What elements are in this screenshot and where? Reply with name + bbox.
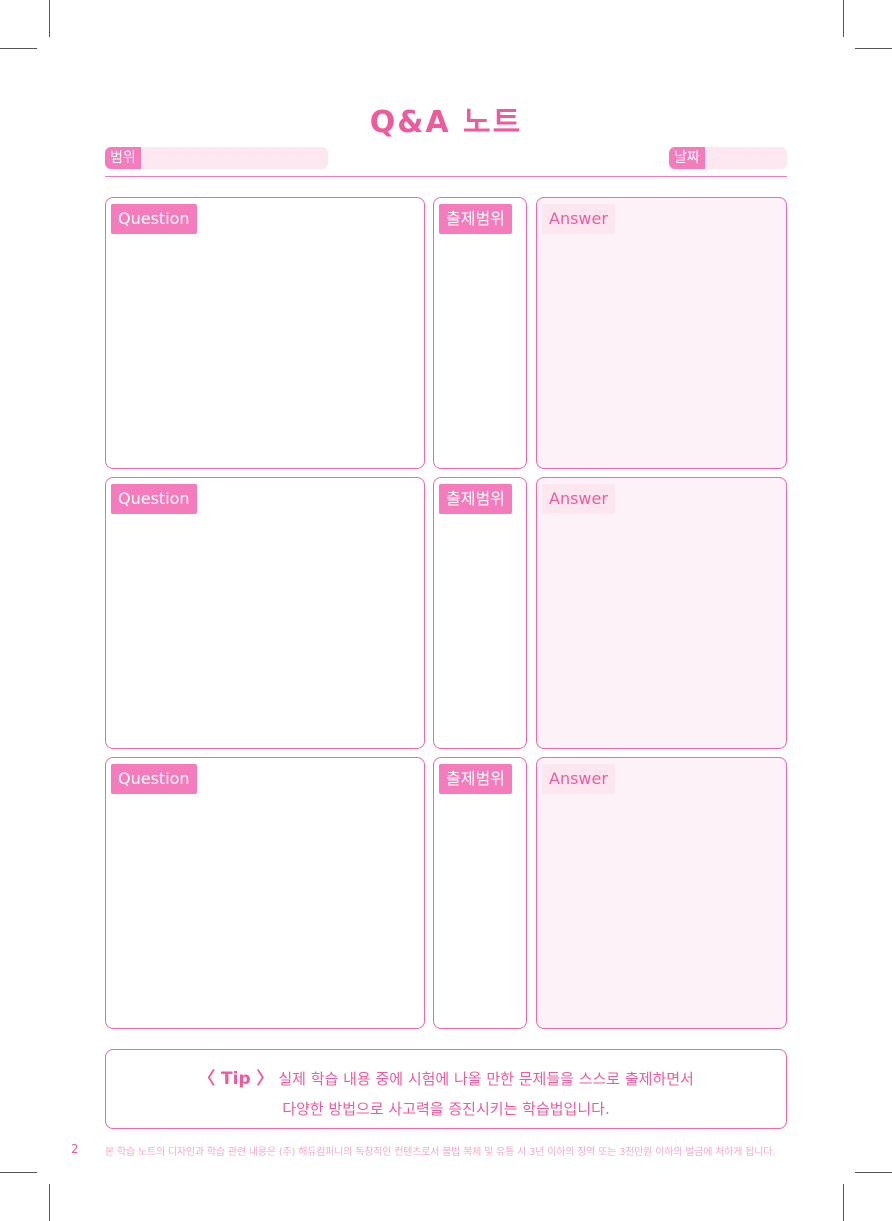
question-label: Question bbox=[111, 764, 197, 794]
question-box[interactable]: Question bbox=[105, 197, 425, 469]
question-label: Question bbox=[111, 204, 197, 234]
answer-label: Answer bbox=[542, 204, 615, 234]
answer-box[interactable]: Answer bbox=[536, 197, 787, 469]
range-box[interactable]: 출제범위 bbox=[433, 477, 527, 749]
crop-mark bbox=[0, 48, 37, 49]
divider bbox=[105, 176, 787, 177]
crop-mark bbox=[843, 1184, 844, 1221]
tip-box: 〈 Tip 〉 실제 학습 내용 중에 시험에 나올 만한 문제들을 스스로 출… bbox=[105, 1049, 787, 1129]
range-label: 범위 bbox=[105, 147, 141, 169]
page-title: Q&A 노트 bbox=[369, 105, 523, 140]
tip-label: 〈 Tip 〉 bbox=[198, 1069, 274, 1089]
question-box[interactable]: Question bbox=[105, 477, 425, 749]
crop-mark bbox=[49, 1184, 50, 1221]
page-number: 2 bbox=[71, 1142, 79, 1156]
range-label: 출제범위 bbox=[439, 764, 512, 794]
copyright-notice: 본 학습 노트의 디자인과 학습 관련 내용은 (주) 해듀컴퍼니의 독창적인 … bbox=[105, 1147, 776, 1158]
answer-box[interactable]: Answer bbox=[536, 757, 787, 1029]
range-box[interactable]: 출제범위 bbox=[433, 197, 527, 469]
answer-label: Answer bbox=[542, 484, 615, 514]
question-box[interactable]: Question bbox=[105, 757, 425, 1029]
range-label: 출제범위 bbox=[439, 484, 512, 514]
crop-mark bbox=[855, 48, 892, 49]
crop-mark bbox=[855, 1172, 892, 1173]
question-label: Question bbox=[111, 484, 197, 514]
tip-line-1: 실제 학습 내용 중에 시험에 나올 만한 문제들을 스스로 출제하면서 bbox=[278, 1070, 694, 1088]
answer-box[interactable]: Answer bbox=[536, 477, 787, 749]
crop-mark bbox=[49, 0, 50, 37]
crop-mark bbox=[843, 0, 844, 37]
crop-mark bbox=[0, 1172, 37, 1173]
range-label: 출제범위 bbox=[439, 204, 512, 234]
range-field[interactable]: 범위 bbox=[105, 147, 328, 169]
tip-line-2: 다양한 방법으로 사고력을 증진시키는 학습법입니다. bbox=[282, 1100, 610, 1118]
range-box[interactable]: 출제범위 bbox=[433, 757, 527, 1029]
date-field[interactable]: 날짜 bbox=[669, 147, 787, 169]
answer-label: Answer bbox=[542, 764, 615, 794]
date-label: 날짜 bbox=[669, 147, 705, 169]
